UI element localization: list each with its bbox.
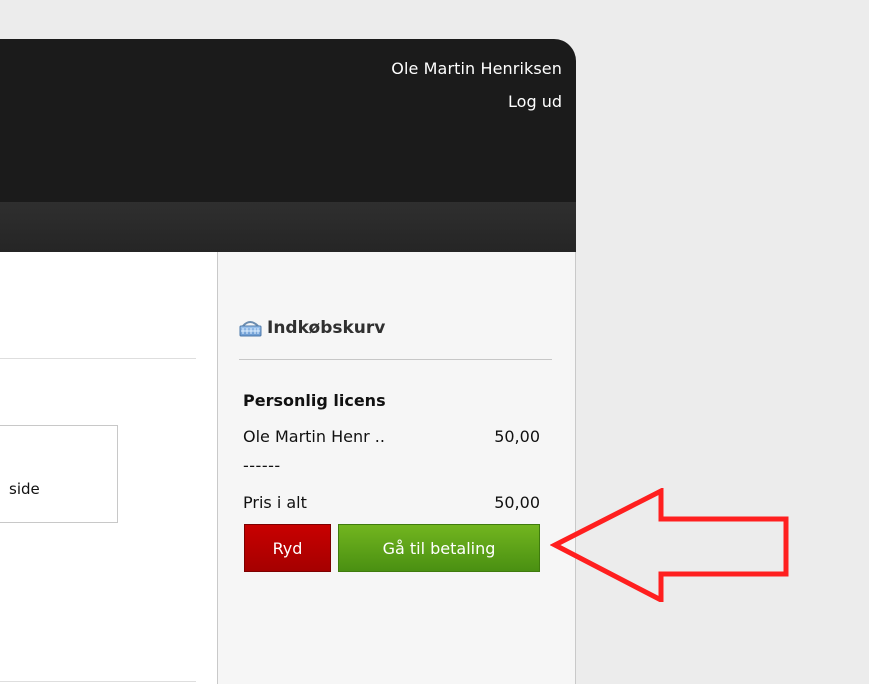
license-title: Personlig licens [243,391,386,410]
content-bottom-divider [0,681,196,682]
content-divider [0,358,196,359]
cart-heading: Indkøbskurv [239,318,385,338]
content-box-text: side [9,480,40,498]
navigation-bar [0,202,576,252]
logout-link[interactable]: Log ud [508,92,562,111]
basket-icon [239,319,262,337]
total-label: Pris i alt [243,493,307,512]
cart-title: Indkøbskurv [267,318,386,338]
main-content: side [0,252,217,684]
checkout-button[interactable]: Gå til betaling [338,524,540,572]
content-box [0,425,118,523]
page: Ole Martin Henriksen Log ud side Indkøbs… [0,0,869,684]
cart-divider [239,359,552,360]
shopping-cart-panel: Indkøbskurv Personlig licens Ole Martin … [217,252,576,684]
price-separator: ------ [243,456,281,475]
total-amount: 50,00 [494,493,540,512]
clear-cart-button[interactable]: Ryd [244,524,331,572]
user-name: Ole Martin Henriksen [391,59,562,78]
line-item-amount: 50,00 [494,427,540,446]
top-header: Ole Martin Henriksen Log ud [0,39,576,202]
cart-line-item: Ole Martin Henr .. 50,00 [243,427,540,449]
total-row: Pris i alt 50,00 [243,493,540,515]
line-item-label: Ole Martin Henr .. [243,427,385,446]
red-arrow-annotation [550,488,789,602]
